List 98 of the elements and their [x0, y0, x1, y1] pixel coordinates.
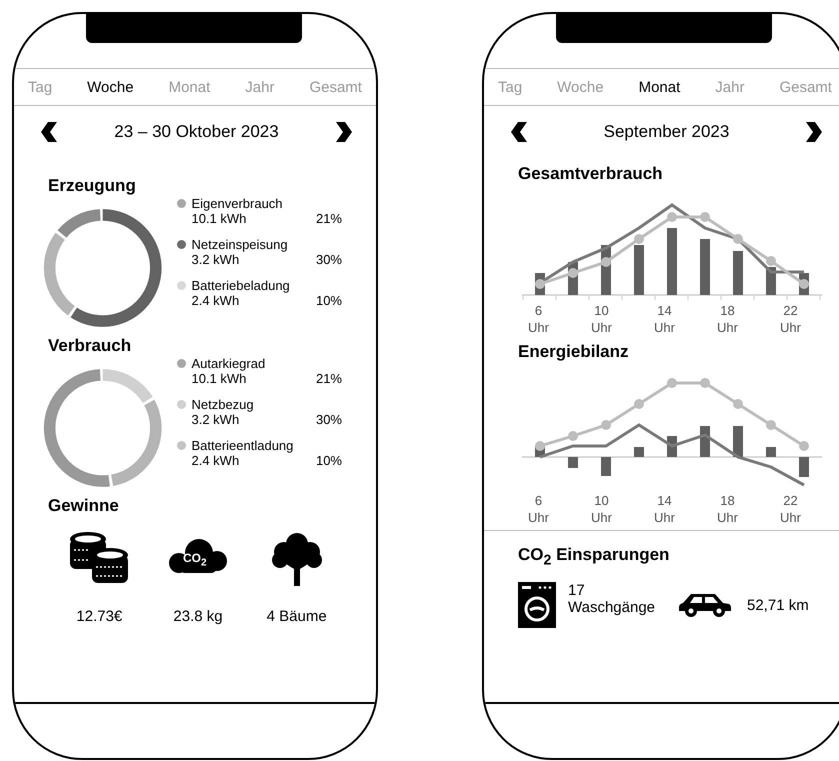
axis-label: 22 — [783, 302, 798, 319]
data-point — [601, 257, 611, 267]
chart-bar — [799, 457, 809, 477]
chart-bar — [634, 447, 644, 457]
legend-value: 2.4 kWh — [191, 453, 240, 468]
data-point — [601, 420, 611, 430]
period-tab[interactable]: Monat — [638, 78, 680, 96]
axis-label: Uhr — [528, 509, 549, 526]
legend-percent: 30% — [316, 412, 342, 427]
period-tab[interactable]: Tag — [498, 78, 522, 96]
data-point — [568, 431, 578, 441]
legend-name: Netzbezug — [191, 397, 254, 412]
chart-bar — [601, 457, 611, 476]
data-point — [634, 399, 644, 409]
section-heading: Erzeugung — [48, 176, 137, 196]
next-button[interactable] — [336, 122, 352, 142]
axis-label: Uhr — [717, 509, 738, 526]
data-point — [535, 441, 545, 451]
axis-label: 18 — [720, 302, 735, 319]
data-point — [634, 234, 644, 244]
legend-percent: 21% — [316, 211, 342, 226]
legend-name: Eigenverbrauch — [191, 196, 283, 211]
chart-bar — [733, 251, 743, 295]
period-tab[interactable]: Monat — [168, 78, 210, 96]
axis-label: 6 — [534, 492, 542, 509]
data-point — [535, 279, 545, 289]
chart-bar — [568, 457, 578, 468]
axis-label: 6 — [534, 302, 542, 319]
axis-label: 10 — [594, 302, 609, 319]
axis-label: Uhr — [780, 319, 801, 336]
section-heading: Gewinne — [48, 496, 120, 516]
car-icon — [679, 592, 731, 618]
legend-name: Batterieentladung — [191, 438, 294, 453]
next-button[interactable] — [806, 122, 822, 142]
data-point — [733, 399, 743, 409]
data-point — [667, 378, 677, 388]
previous-button[interactable] — [511, 122, 527, 142]
legend-name: Autarkiegrad — [191, 356, 266, 371]
legend-name: Batteriebeladung — [191, 278, 290, 293]
chart-bar — [634, 245, 644, 295]
chart-bar — [700, 239, 710, 295]
wash-label: Waschgänge — [568, 599, 655, 616]
wash-count: 17 — [568, 582, 586, 600]
distance-value: 52,71 km — [747, 596, 809, 614]
legend-percent: 30% — [316, 252, 342, 267]
axis-label: 18 — [720, 492, 735, 509]
data-point — [733, 234, 743, 244]
tree-icon — [270, 532, 324, 586]
period-tab[interactable]: Woche — [87, 78, 134, 96]
data-point — [700, 378, 710, 388]
section-heading: CO$_{2}$ Einsparungen — [518, 545, 670, 568]
axis-label: 14 — [657, 302, 672, 319]
axis-label: Uhr — [591, 319, 612, 336]
data-point — [667, 212, 677, 222]
period-tab[interactable]: Woche — [557, 78, 604, 96]
period-tab[interactable]: Jahr — [245, 78, 274, 96]
section-heading: Verbrauch — [48, 336, 132, 356]
axis-label: Uhr — [780, 509, 801, 526]
legend-value: 3.2 kWh — [191, 412, 240, 427]
legend-name: Netzeinspeisung — [191, 237, 288, 252]
legend-percent: 10% — [316, 453, 342, 468]
cloud-label: CO$_{2}$ — [183, 550, 207, 568]
data-point — [799, 279, 809, 289]
period-tab[interactable]: Gesamt — [309, 78, 362, 96]
axis-label: Uhr — [528, 319, 549, 336]
legend-value: 10.1 kWh — [191, 371, 246, 386]
legend-percent: 10% — [316, 293, 342, 308]
chart-title: Gesamtverbrauch — [518, 164, 664, 184]
period-label: 23 – 30 Oktober 2023 — [114, 122, 279, 142]
data-point — [568, 268, 578, 278]
gain-value: 23.8 kg — [173, 608, 223, 625]
axis-label: Uhr — [654, 509, 675, 526]
gain-value: 4 Bäume — [266, 608, 327, 625]
data-point — [700, 212, 710, 222]
chart-bar — [667, 228, 677, 295]
axis-label: Uhr — [591, 509, 612, 526]
legend-value: 3.2 kWh — [191, 252, 240, 267]
legend-value: 2.4 kWh — [191, 293, 240, 308]
previous-button[interactable] — [41, 122, 57, 142]
axis-label: Uhr — [654, 319, 675, 336]
axis-label: 14 — [657, 492, 672, 509]
legend-percent: 21% — [316, 371, 342, 386]
period-tab[interactable]: Jahr — [715, 78, 744, 96]
chart-title: Energiebilanz — [518, 342, 630, 362]
period-label: September 2023 — [604, 122, 730, 142]
axis-label: 22 — [783, 492, 798, 509]
data-point — [799, 441, 809, 451]
axis-label: Uhr — [717, 319, 738, 336]
chart-bar — [766, 447, 776, 457]
washing-machine-icon — [518, 582, 556, 628]
axis-label: 10 — [594, 492, 609, 509]
legend-value: 10.1 kWh — [191, 211, 246, 226]
data-point — [766, 420, 776, 430]
data-point — [766, 256, 776, 266]
gain-value: 12.73€ — [76, 608, 122, 625]
period-tab[interactable]: Gesamt — [779, 78, 832, 96]
period-tab[interactable]: Tag — [28, 78, 52, 96]
chart-bar — [733, 426, 743, 457]
